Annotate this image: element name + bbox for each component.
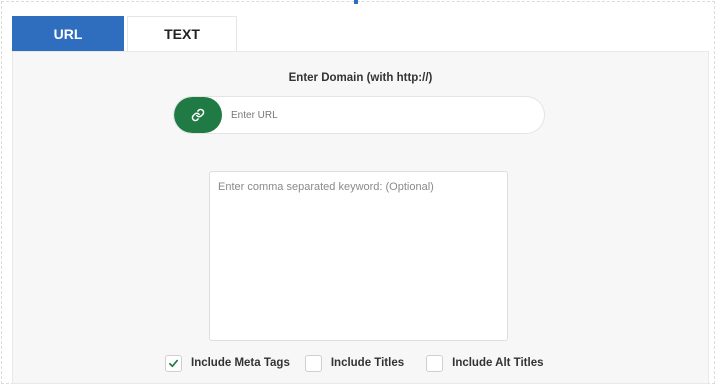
options-row: Include Meta Tags Include Titles Include… bbox=[165, 354, 544, 372]
keyword-textarea[interactable] bbox=[209, 171, 508, 341]
meta-tags-checkbox[interactable] bbox=[165, 354, 182, 372]
option-include-alt-titles[interactable]: Include Alt Titles bbox=[426, 354, 544, 372]
link-icon bbox=[191, 108, 205, 122]
option-include-meta-tags[interactable]: Include Meta Tags bbox=[165, 354, 290, 372]
domain-label: Enter Domain (with http://) bbox=[288, 72, 433, 84]
top-accent-marker bbox=[354, 0, 358, 4]
url-input[interactable] bbox=[231, 97, 531, 133]
option-include-titles[interactable]: Include Titles bbox=[304, 354, 405, 372]
tab-text[interactable]: TEXT bbox=[127, 16, 237, 51]
tab-bar: URL TEXT bbox=[12, 16, 237, 51]
tab-text-label: TEXT bbox=[164, 26, 200, 42]
url-icon-box bbox=[174, 97, 222, 133]
titles-label: Include Titles bbox=[330, 357, 405, 369]
url-input-group bbox=[173, 96, 545, 134]
tab-url[interactable]: URL bbox=[12, 16, 124, 51]
meta-tags-label: Include Meta Tags bbox=[191, 357, 290, 369]
url-panel: Enter Domain (with http://) Include Meta… bbox=[12, 51, 709, 384]
titles-checkbox[interactable] bbox=[304, 354, 322, 372]
alt-titles-checkbox[interactable] bbox=[426, 354, 444, 372]
tab-url-label: URL bbox=[53, 25, 83, 42]
check-icon bbox=[169, 359, 178, 367]
alt-titles-label: Include Alt Titles bbox=[452, 357, 544, 369]
